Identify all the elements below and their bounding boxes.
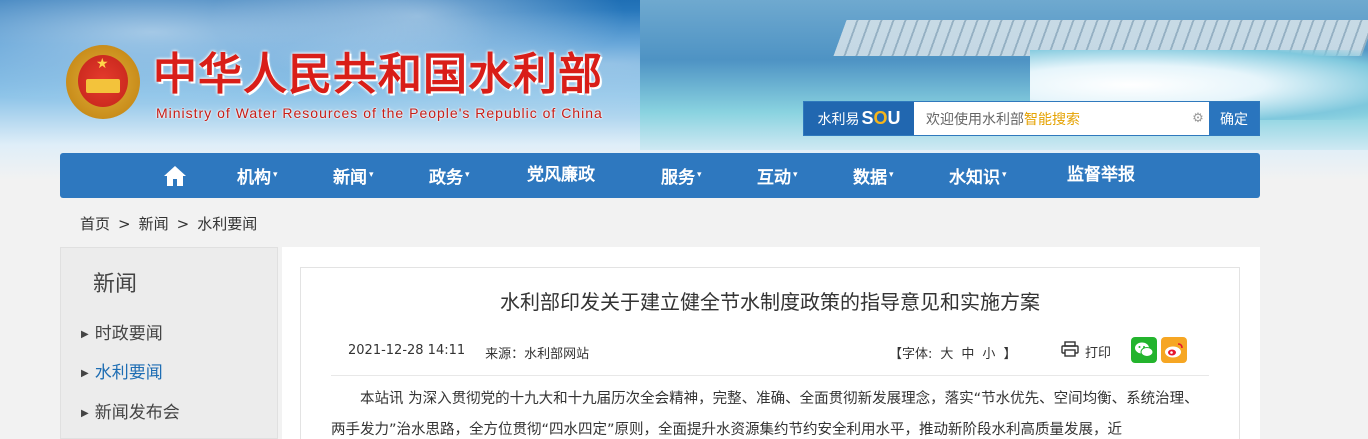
font-size-small[interactable]: 小 xyxy=(982,343,995,362)
search-brand-label: 水利易 xyxy=(817,111,860,128)
nav-item-hudong[interactable]: 互动 ▾ xyxy=(757,153,798,198)
font-size-label-close: 】 xyxy=(1003,347,1017,362)
article-divider xyxy=(331,375,1209,376)
breadcrumb-current[interactable]: 水利要闻 xyxy=(197,213,257,235)
gear-icon[interactable]: ⚙ xyxy=(1187,102,1209,135)
sidebar-item-shuili[interactable]: ▶ 水利要闻 xyxy=(81,361,163,385)
wechat-icon[interactable] xyxy=(1131,337,1157,363)
font-size-label-open: 【字体: xyxy=(889,347,933,362)
triangle-right-icon: ▶ xyxy=(81,408,89,419)
share-buttons xyxy=(1131,337,1187,363)
sidebar-heading: 新闻 xyxy=(93,272,138,297)
printer-icon xyxy=(1061,341,1079,361)
weibo-icon[interactable] xyxy=(1161,337,1187,363)
site-title-cn: 中华人民共和国水利部 xyxy=(153,49,603,100)
search-submit-button[interactable]: 确定 xyxy=(1209,102,1259,135)
font-size-medium[interactable]: 中 xyxy=(961,343,974,362)
nav-item-jigou[interactable]: 机构 ▾ xyxy=(237,153,278,198)
search-brand-logo: 水利易 SOU xyxy=(804,102,914,135)
national-emblem-icon: ★ xyxy=(66,45,140,125)
print-button[interactable]: 打印 xyxy=(1061,341,1111,361)
article: 水利部印发关于建立健全节水制度政策的指导意见和实施方案 2021-12-28 1… xyxy=(300,267,1240,439)
nav-item-jiandu[interactable]: 监督举报 xyxy=(1067,153,1135,198)
search-placeholder-prefix: 欢迎使用水利部 xyxy=(926,111,1024,128)
article-body: 本站讯 为深入贯彻党的十九大和十九届历次全会精神，完整、准确、全面贯彻新发展理念… xyxy=(331,391,1199,438)
article-meta: 2021-12-28 14:11 来源：水利部网站 xyxy=(348,343,589,362)
search-input[interactable]: 欢迎使用水利部 智能搜索 xyxy=(914,102,1187,135)
nav-item-shuju[interactable]: 数据 ▾ xyxy=(853,153,894,198)
sidebar: 新闻 ▶ 时政要闻 ▶ 水利要闻 ▶ 新闻发布会 xyxy=(60,247,278,439)
sidebar-item-fabuhui[interactable]: ▶ 新闻发布会 xyxy=(81,401,180,425)
triangle-right-icon: ▶ xyxy=(81,368,89,379)
print-label: 打印 xyxy=(1085,345,1112,361)
breadcrumb: 首页 > 新闻 > 水利要闻 xyxy=(80,213,257,235)
nav-item-dangfeng[interactable]: 党风廉政 xyxy=(527,153,595,198)
font-size-large[interactable]: 大 xyxy=(940,343,953,362)
main-nav: 机构 ▾ 新闻 ▾ 政务 ▾ 党风廉政 服务 ▾ 互动 ▾ 数据 ▾ 水知识 ▾ 监督举报 xyxy=(60,153,1260,198)
nav-item-fuwu[interactable]: 服务 ▾ xyxy=(661,153,702,198)
nav-item-zhengwu[interactable]: 政务 ▾ xyxy=(429,153,470,198)
nav-item-shuizhishi[interactable]: 水知识 ▾ xyxy=(949,153,1007,198)
breadcrumb-home[interactable]: 首页 xyxy=(80,213,110,235)
search-bar: 水利易 SOU 欢迎使用水利部 智能搜索 ⚙ 确定 xyxy=(803,101,1260,136)
content-area: 水利部印发关于建立健全节水制度政策的指导意见和实施方案 2021-12-28 1… xyxy=(282,247,1260,439)
article-date: 2021-12-28 14:11 xyxy=(348,343,466,358)
article-title: 水利部印发关于建立健全节水制度政策的指导意见和实施方案 xyxy=(500,290,1040,314)
sidebar-item-shizheng[interactable]: ▶ 时政要闻 xyxy=(81,322,163,346)
article-source: 来源：水利部网站 xyxy=(485,347,590,362)
font-size-control: 【字体: 大 中 小 】 xyxy=(889,343,1016,362)
breadcrumb-separator: > xyxy=(176,215,190,233)
breadcrumb-news[interactable]: 新闻 xyxy=(139,213,169,235)
site-title-en: Ministry of Water Resources of the Peopl… xyxy=(156,105,603,121)
triangle-right-icon: ▶ xyxy=(81,329,89,340)
search-brand-sou: SOU xyxy=(861,108,901,128)
home-icon[interactable] xyxy=(163,165,187,187)
search-placeholder-highlight: 智能搜索 xyxy=(1024,111,1080,128)
breadcrumb-separator: > xyxy=(118,215,131,233)
nav-item-xinwen[interactable]: 新闻 ▾ xyxy=(333,153,374,198)
